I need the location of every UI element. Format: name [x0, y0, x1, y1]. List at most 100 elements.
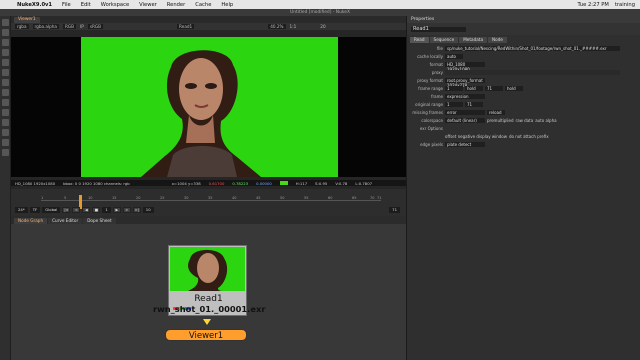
mac-menu-bar: NukeX9.0v1 File Edit Workspace Viewer Re… [0, 0, 640, 9]
tab-viewer1[interactable]: Viewer1 [14, 17, 40, 23]
time-tool-icon[interactable] [1, 39, 9, 46]
other-tool-icon[interactable] [1, 149, 9, 156]
metadata-tool-icon[interactable] [1, 129, 9, 136]
user-name[interactable]: training [615, 2, 635, 8]
colorspace-select[interactable]: default (linear) [445, 117, 485, 123]
cache-row: cache locally auto [407, 53, 640, 59]
thumbnail-actor-image [188, 249, 228, 291]
3d-tool-icon[interactable] [1, 109, 9, 116]
channel-tool-icon[interactable] [1, 49, 9, 56]
tf-select[interactable]: TF [29, 206, 41, 213]
play-back-button[interactable]: ◀ [82, 206, 91, 213]
timeline[interactable]: 1 5 10 15 20 25 30 35 40 45 50 55 60 65 … [11, 189, 406, 216]
tab-metadata[interactable]: Metadata [459, 37, 488, 43]
end-frame-field[interactable]: 71 [389, 206, 400, 213]
tick-45: 45 [256, 196, 261, 200]
tab-node-graph[interactable]: Node Graph [14, 218, 48, 224]
lum-value: L:0.7807 [355, 180, 373, 186]
menu-workspace[interactable]: Workspace [96, 2, 134, 8]
edge-pixels-select[interactable]: plate detect [445, 141, 485, 147]
menu-file[interactable]: File [57, 2, 76, 8]
menu-viewer[interactable]: Viewer [134, 2, 162, 8]
node-graph-panel[interactable]: Node Graph Curve Editor Dope Sheet Read1… [11, 217, 406, 360]
next-key-button[interactable]: > [122, 206, 131, 213]
tab-dope-sheet[interactable]: Dope Sheet [83, 218, 116, 224]
proxy-label: proxy [431, 69, 443, 75]
tick-30: 30 [184, 196, 189, 200]
raw-data-checkbox[interactable]: raw data [516, 118, 534, 123]
frame-field[interactable]: 20 [320, 24, 325, 29]
tick-60: 60 [328, 196, 333, 200]
reload-button[interactable]: reload [487, 109, 505, 115]
frame-end-hold-select[interactable]: hold [505, 85, 523, 91]
tick-50: 50 [280, 196, 285, 200]
menu-render[interactable]: Render [162, 2, 190, 8]
current-frame-field[interactable]: 1 [102, 206, 111, 213]
format-select[interactable]: HD_1080 1920x1080 [445, 61, 485, 72]
draw-tool-icon[interactable] [1, 29, 9, 36]
edge-pixels-row: edge pixels plate detect [407, 141, 640, 147]
global-select[interactable]: Global [42, 206, 61, 213]
viewer-node[interactable]: Viewer1 [165, 329, 247, 341]
alpha-select[interactable]: rgba.alpha [32, 24, 60, 29]
frame-mode-select[interactable]: expression [445, 93, 485, 99]
do-not-attach-prefix-checkbox[interactable]: do not attach prefix [509, 134, 549, 139]
merge-tool-icon[interactable] [1, 89, 9, 96]
color-tool-icon[interactable] [1, 59, 9, 66]
cache-select[interactable]: auto [445, 53, 463, 59]
fps-select[interactable]: 24* [15, 206, 28, 213]
transform-tool-icon[interactable] [1, 99, 9, 106]
menu-cache[interactable]: Cache [190, 2, 216, 8]
input-select[interactable]: Read1 [177, 24, 195, 29]
tick-15: 15 [112, 196, 117, 200]
left-toolbar [0, 16, 11, 360]
tab-read[interactable]: Read [410, 37, 429, 43]
auto-alpha-checkbox[interactable]: auto alpha [535, 118, 556, 123]
views-tool-icon[interactable] [1, 119, 9, 126]
timeline-ruler[interactable]: 1 5 10 15 20 25 30 35 40 45 50 55 60 65 … [41, 195, 381, 209]
toolsets-tool-icon[interactable] [1, 139, 9, 146]
image-tool-icon[interactable] [1, 19, 9, 26]
premultiplied-checkbox[interactable]: premultiplied [487, 118, 514, 123]
tab-sequence[interactable]: Sequence [429, 37, 459, 43]
edge-pixels-label: edge pixels [420, 141, 443, 147]
cache-label: cache locally [417, 53, 443, 59]
tab-node[interactable]: Node [488, 37, 507, 43]
viewer-canvas[interactable] [11, 37, 406, 177]
ip-button[interactable]: IP [80, 24, 84, 29]
original-end-field[interactable]: 71 [465, 101, 483, 107]
frame-end-field[interactable]: 71 [485, 85, 503, 91]
zoom-select[interactable]: 40.2% [268, 24, 286, 29]
proxy-format-select[interactable]: root.proxy_format 1024x778 [445, 77, 485, 88]
proxy-format-row: proxy format root.proxy_format 1024x778 [407, 77, 640, 88]
menu-app[interactable]: NukeX9.0v1 [12, 2, 57, 8]
colorspace-select[interactable]: RGB [63, 24, 77, 29]
proxy-input[interactable] [445, 69, 620, 75]
step-field[interactable]: 10 [142, 206, 154, 213]
file-label: file [436, 45, 443, 51]
read-node-label: Read1 [194, 294, 223, 304]
previous-key-button[interactable]: < [72, 206, 81, 213]
missing-frames-select[interactable]: error [445, 109, 485, 115]
stop-button[interactable]: ■ [92, 206, 101, 213]
viewer-toolbar: rgba rgba.alpha RGB IP sRGB Read1 40.2% … [11, 23, 406, 30]
node-name-field[interactable]: Read1 [411, 26, 466, 32]
frame-hold-select[interactable]: hold [465, 85, 483, 91]
filter-tool-icon[interactable] [1, 69, 9, 76]
menu-edit[interactable]: Edit [76, 2, 96, 8]
display-select[interactable]: sRGB [87, 24, 104, 29]
play-button[interactable]: ▶ [112, 206, 121, 213]
frame-start-field[interactable]: 1 [445, 85, 463, 91]
keyer-tool-icon[interactable] [1, 79, 9, 86]
menu-help[interactable]: Help [216, 2, 238, 8]
offset-negative-checkbox[interactable]: offset negative display window [445, 134, 507, 139]
original-range-label: original range [415, 101, 443, 107]
last-frame-button[interactable]: >| [132, 206, 141, 213]
original-start-field[interactable]: 1 [445, 101, 463, 107]
file-path-input[interactable]: sp/nuke_tutorial/Nescing/RedWithin/Shot_… [445, 45, 620, 51]
channels-select[interactable]: rgba [15, 24, 29, 29]
b-value: 0.00000 [256, 180, 272, 186]
format-row: format HD_1080 1920x1080 [407, 61, 640, 72]
tab-curve-editor[interactable]: Curve Editor [48, 218, 83, 224]
first-frame-button[interactable]: |< [62, 206, 71, 213]
